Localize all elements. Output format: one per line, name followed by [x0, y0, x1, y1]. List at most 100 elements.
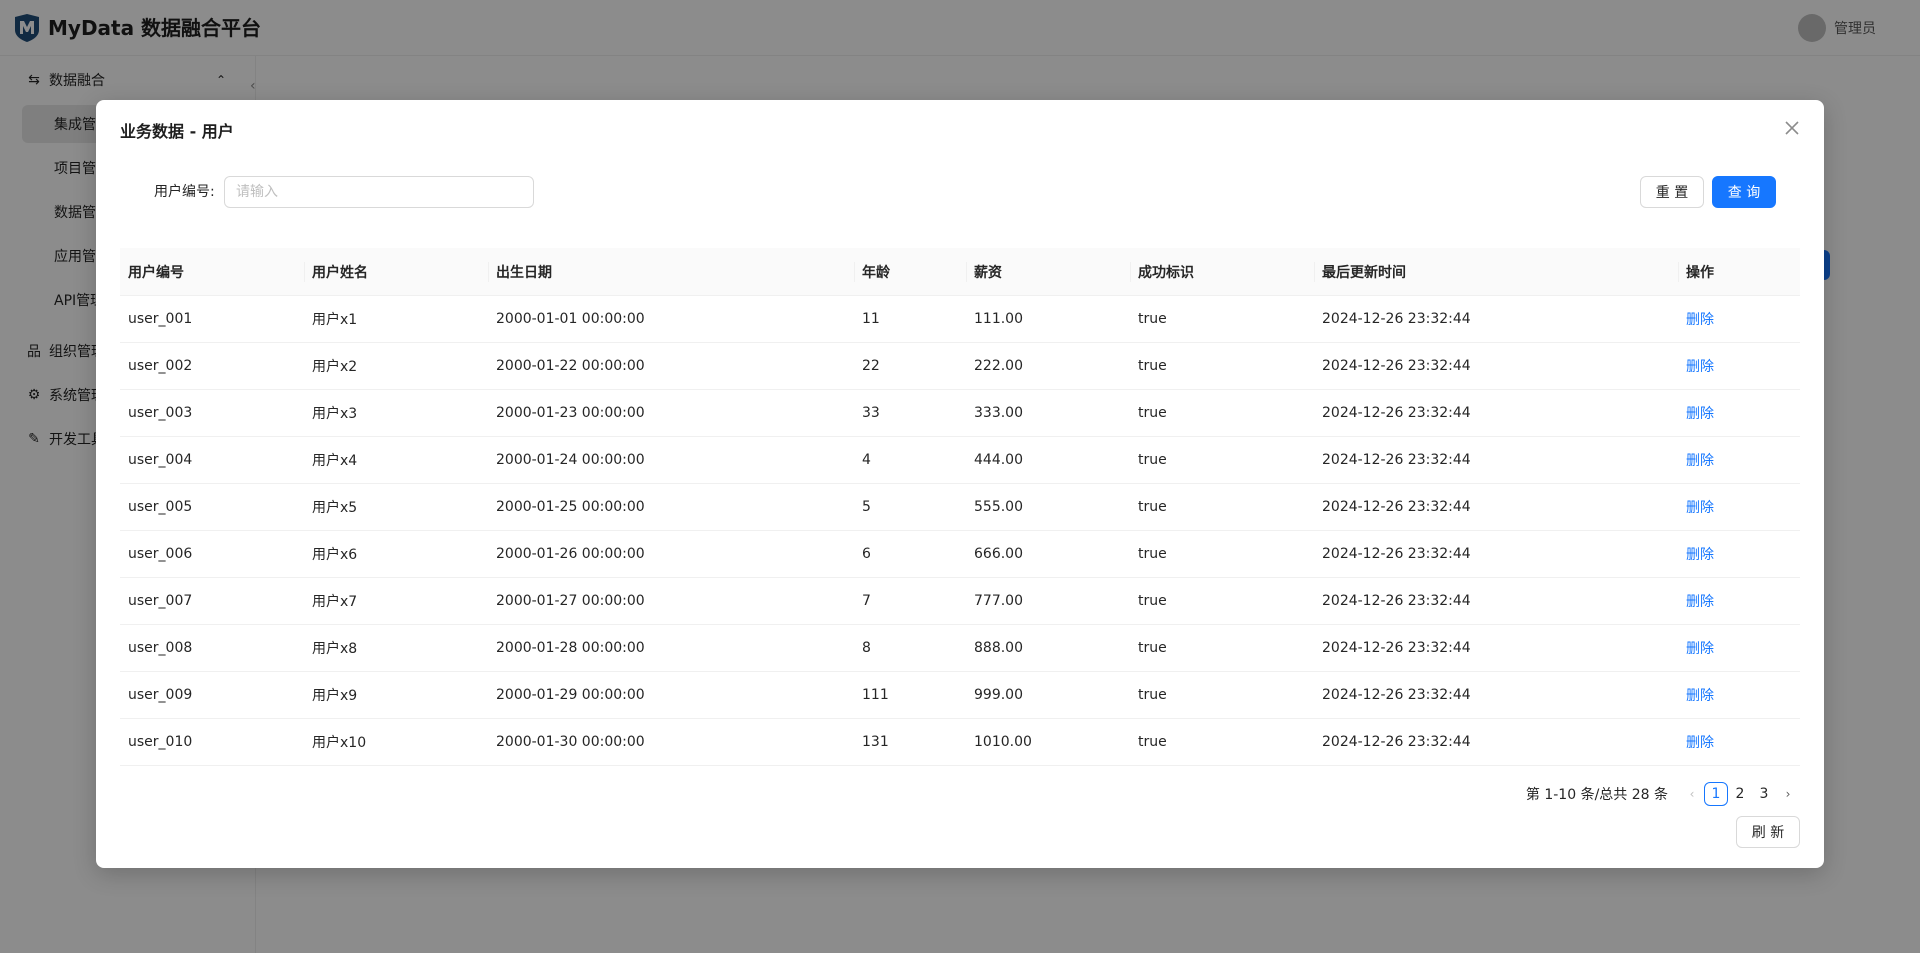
cell-value: 2024-12-26 23:32:44	[1322, 358, 1471, 374]
cell-value: 2024-12-26 23:32:44	[1322, 593, 1471, 609]
page-number[interactable]: 2	[1728, 782, 1752, 806]
cell-value: true	[1138, 593, 1167, 609]
cell-value: 2024-12-26 23:32:44	[1322, 311, 1471, 327]
column-header-label: 年龄	[862, 264, 890, 281]
column-header-label: 用户姓名	[312, 264, 368, 281]
cell-value: 666.00	[974, 546, 1023, 562]
table-cell: 22	[854, 342, 966, 390]
cell-value: 2024-12-26 23:32:44	[1322, 546, 1471, 562]
table-cell: 8	[854, 624, 966, 672]
table-cell: 2024-12-26 23:32:44	[1314, 436, 1678, 484]
delete-link[interactable]: 删除	[1686, 688, 1714, 704]
table-row: user_003 用户x3 2000-01-23 00:00:00 33 333.00 t…	[120, 389, 1800, 437]
cell-value: 999.00	[974, 687, 1023, 703]
table-cell: true	[1130, 389, 1314, 437]
table-cell: 777.00	[966, 577, 1130, 625]
delete-link[interactable]: 删除	[1686, 312, 1714, 328]
cell-value: 4	[862, 452, 871, 468]
cell-value: 2000-01-30 00:00:00	[496, 734, 645, 750]
user-table: 用户编号 用户姓名 出生日期 年龄 薪资 成功标识 最后更新时间 操作 user_001 用户x…	[120, 248, 1800, 766]
table-cell: 删除	[1678, 295, 1800, 343]
column-header: 操作	[1678, 248, 1800, 296]
column-divider	[854, 262, 855, 282]
cell-value: 2000-01-26 00:00:00	[496, 546, 645, 562]
table-row: user_004 用户x4 2000-01-24 00:00:00 4 444.00 tr…	[120, 436, 1800, 484]
table-cell: 删除	[1678, 483, 1800, 531]
table-cell: 2024-12-26 23:32:44	[1314, 577, 1678, 625]
page-number[interactable]: 1	[1704, 782, 1728, 806]
column-header: 年龄	[854, 248, 966, 296]
delete-link[interactable]: 删除	[1686, 547, 1714, 563]
table-cell: 删除	[1678, 342, 1800, 390]
table-cell: 2000-01-27 00:00:00	[488, 577, 854, 625]
table-cell: 11	[854, 295, 966, 343]
refresh-button[interactable]: 刷 新	[1736, 816, 1800, 848]
table-cell: true	[1130, 436, 1314, 484]
cell-value: true	[1138, 687, 1167, 703]
delete-link[interactable]: 删除	[1686, 359, 1714, 375]
table-cell: 用户x2	[304, 342, 488, 390]
table-cell: 2000-01-25 00:00:00	[488, 483, 854, 531]
table-cell: true	[1130, 671, 1314, 719]
column-divider	[304, 262, 305, 282]
cell-value: user_010	[128, 734, 193, 750]
cell-value: user_005	[128, 499, 193, 515]
cell-value: 5	[862, 499, 871, 515]
table-row: user_005 用户x5 2000-01-25 00:00:00 5 555.00 tr…	[120, 483, 1800, 531]
table-cell: user_005	[120, 483, 304, 531]
cell-value: 2000-01-29 00:00:00	[496, 687, 645, 703]
cell-value: true	[1138, 358, 1167, 374]
page-numbers: 123	[1704, 782, 1776, 806]
table-cell: 用户x8	[304, 624, 488, 672]
query-button[interactable]: 查 询	[1712, 176, 1776, 208]
reset-button[interactable]: 重 置	[1640, 176, 1704, 208]
table-cell: user_010	[120, 718, 304, 766]
table-cell: 2000-01-29 00:00:00	[488, 671, 854, 719]
prev-page-icon[interactable]: ‹	[1680, 782, 1704, 806]
cell-value: 131	[862, 734, 889, 750]
cell-value: 用户x8	[312, 641, 358, 657]
pagination: 第 1-10 条/总共 28 条 ‹ 123 ›	[1526, 782, 1800, 806]
cell-value: user_007	[128, 593, 193, 609]
delete-link[interactable]: 删除	[1686, 500, 1714, 516]
cell-value: 用户x2	[312, 359, 358, 375]
delete-link[interactable]: 删除	[1686, 406, 1714, 422]
table-row: user_008 用户x8 2000-01-28 00:00:00 8 888.00 tr…	[120, 624, 1800, 672]
table-cell: user_004	[120, 436, 304, 484]
table-row: user_007 用户x7 2000-01-27 00:00:00 7 777.00 tr…	[120, 577, 1800, 625]
table-row: user_009 用户x9 2000-01-29 00:00:00 111 999.00…	[120, 671, 1800, 719]
table-cell: true	[1130, 342, 1314, 390]
delete-link[interactable]: 删除	[1686, 594, 1714, 610]
cell-value: 2024-12-26 23:32:44	[1322, 734, 1471, 750]
table-cell: 33	[854, 389, 966, 437]
cell-value: 2000-01-01 00:00:00	[496, 311, 645, 327]
business-data-modal: 业务数据 - 用户 用户编号: 重 置 查 询 用户编号 用户姓名 出生日期 年龄 薪资…	[96, 100, 1824, 868]
cell-value: 用户x10	[312, 735, 367, 751]
user-id-input[interactable]	[224, 176, 534, 208]
table-cell: 2000-01-23 00:00:00	[488, 389, 854, 437]
cell-value: 11	[862, 311, 880, 327]
table-row: user_001 用户x1 2000-01-01 00:00:00 11 111.00 t…	[120, 295, 1800, 343]
cell-value: 7	[862, 593, 871, 609]
table-cell: 删除	[1678, 389, 1800, 437]
close-icon[interactable]	[1780, 116, 1804, 140]
next-page-icon[interactable]: ›	[1776, 782, 1800, 806]
column-header: 最后更新时间	[1314, 248, 1678, 296]
delete-link[interactable]: 删除	[1686, 641, 1714, 657]
table-cell: true	[1130, 624, 1314, 672]
table-cell: user_009	[120, 671, 304, 719]
table-cell: 999.00	[966, 671, 1130, 719]
table-cell: 1010.00	[966, 718, 1130, 766]
table-cell: 用户x1	[304, 295, 488, 343]
cell-value: true	[1138, 640, 1167, 656]
cell-value: 用户x7	[312, 594, 358, 610]
delete-link[interactable]: 删除	[1686, 735, 1714, 751]
cell-value: 2000-01-28 00:00:00	[496, 640, 645, 656]
delete-link[interactable]: 删除	[1686, 453, 1714, 469]
table-cell: 2000-01-28 00:00:00	[488, 624, 854, 672]
table-cell: 333.00	[966, 389, 1130, 437]
cell-value: user_006	[128, 546, 193, 562]
cell-value: 1010.00	[974, 734, 1032, 750]
page-number[interactable]: 3	[1752, 782, 1776, 806]
table-cell: 2024-12-26 23:32:44	[1314, 295, 1678, 343]
